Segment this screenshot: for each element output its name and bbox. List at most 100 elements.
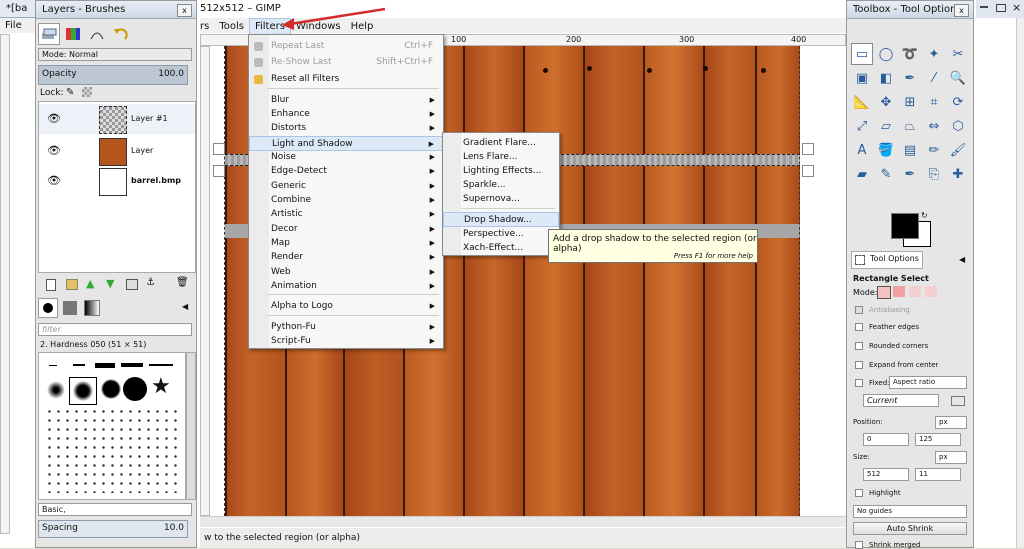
toolbox-close-button[interactable]: x bbox=[954, 4, 969, 17]
duplicate-layer-icon[interactable] bbox=[126, 279, 138, 290]
brushes-tab-icon[interactable] bbox=[38, 298, 58, 318]
brush-item[interactable] bbox=[95, 363, 115, 368]
lower-layer-icon[interactable]: ▼ bbox=[106, 277, 114, 290]
zoom-icon[interactable]: 🔍 bbox=[947, 67, 969, 89]
channels-tab-icon[interactable] bbox=[62, 23, 84, 45]
selection-handle[interactable] bbox=[802, 143, 814, 155]
bucket-fill-icon[interactable]: 🪣 bbox=[875, 139, 897, 161]
filters-item-blur[interactable]: Blur ▶ bbox=[249, 93, 443, 108]
shear-icon[interactable]: ▱ bbox=[875, 115, 897, 137]
rect-select-icon[interactable]: ▭ bbox=[851, 43, 873, 65]
mode-select[interactable]: Mode: Normal bbox=[38, 48, 192, 61]
fixed-select[interactable]: Aspect ratio bbox=[889, 376, 967, 389]
scale-icon[interactable]: ⤢ bbox=[851, 115, 873, 137]
brush-item[interactable] bbox=[47, 381, 65, 399]
pencil-icon[interactable]: ✏ bbox=[923, 139, 945, 161]
undo-tab-icon[interactable] bbox=[110, 23, 132, 45]
paths-tab-icon[interactable] bbox=[86, 23, 108, 45]
visibility-eye-icon[interactable]: 👁 bbox=[47, 112, 61, 125]
lock-alpha-icon[interactable] bbox=[82, 87, 92, 97]
patterns-tab-icon[interactable] bbox=[60, 298, 80, 318]
filters-item-noise[interactable]: Noise ▶ bbox=[249, 150, 443, 165]
maximize-icon[interactable] bbox=[996, 4, 1006, 12]
color-picker-icon[interactable]: ⁄ bbox=[923, 67, 945, 89]
filters-item-decor[interactable]: Decor ▶ bbox=[249, 222, 443, 237]
brush-item[interactable]: ★ bbox=[151, 375, 171, 399]
size-width-input[interactable]: 512 bbox=[863, 468, 909, 481]
submenu-item-sparkle[interactable]: Sparkle... bbox=[443, 178, 559, 193]
new-group-icon[interactable] bbox=[66, 279, 78, 290]
filters-item-enhance[interactable]: Enhance ▶ bbox=[249, 107, 443, 122]
anchor-layer-icon[interactable]: ⚓ bbox=[146, 277, 155, 288]
swap-colors-icon[interactable]: ↻ bbox=[921, 211, 928, 220]
filters-item-script-fu[interactable]: Script-Fu ▶ bbox=[249, 334, 443, 349]
filters-item-map[interactable]: Map ▶ bbox=[249, 236, 443, 251]
submenu-item-perspective[interactable]: Perspective... bbox=[443, 227, 559, 242]
lock-pixels-icon[interactable]: ✎ bbox=[66, 87, 74, 98]
rotate-icon[interactable]: ⟳ bbox=[947, 91, 969, 113]
heal-icon[interactable]: ✚ bbox=[947, 163, 969, 185]
menu-tools[interactable]: Tools bbox=[214, 19, 249, 34]
clone-icon[interactable]: ⎘ bbox=[923, 163, 945, 185]
brush-item-selected[interactable] bbox=[69, 377, 97, 405]
rounded-corners-checkbox[interactable] bbox=[855, 342, 863, 350]
ellipse-select-icon[interactable]: ◯ bbox=[875, 43, 897, 65]
fuzzy-select-icon[interactable]: ✦ bbox=[923, 43, 945, 65]
cage-icon[interactable]: ⬡ bbox=[947, 115, 969, 137]
delete-layer-icon[interactable]: 🗑 bbox=[176, 277, 189, 288]
filters-item-animation[interactable]: Animation ▶ bbox=[249, 279, 443, 294]
raise-layer-icon[interactable]: ▲ bbox=[86, 277, 94, 290]
filters-item-reset-all-filters[interactable]: Reset all Filters bbox=[249, 72, 443, 87]
tab-menu-icon[interactable]: ◀ bbox=[959, 255, 965, 264]
filters-item-python-fu[interactable]: Python-Fu ▶ bbox=[249, 320, 443, 335]
paths-icon[interactable]: ✒ bbox=[899, 67, 921, 89]
foreground-color-swatch[interactable] bbox=[891, 213, 919, 239]
brush-scrollbar[interactable] bbox=[186, 352, 196, 500]
brush-item[interactable] bbox=[45, 407, 179, 493]
current-ratio-field[interactable]: Current bbox=[863, 394, 939, 407]
selection-handle[interactable] bbox=[802, 165, 814, 177]
submenu-item-supernova[interactable]: Supernova... bbox=[443, 192, 559, 207]
move-icon[interactable]: ✥ bbox=[875, 91, 897, 113]
brush-item[interactable] bbox=[73, 364, 85, 366]
text-icon[interactable]: A bbox=[851, 139, 873, 161]
auto-shrink-button[interactable]: Auto Shrink bbox=[853, 522, 967, 535]
visibility-eye-icon[interactable]: 👁 bbox=[47, 144, 61, 157]
ink-icon[interactable]: ✒ bbox=[899, 163, 921, 185]
filters-item-edge-detect[interactable]: Edge-Detect ▶ bbox=[249, 164, 443, 179]
mode-add-icon[interactable] bbox=[893, 286, 905, 297]
feather-checkbox[interactable] bbox=[855, 323, 863, 331]
align-icon[interactable]: ⊞ bbox=[899, 91, 921, 113]
blend-icon[interactable]: ▤ bbox=[899, 139, 921, 161]
window-controls[interactable]: × bbox=[976, 0, 1024, 18]
eraser-icon[interactable]: ▰ bbox=[851, 163, 873, 185]
guides-select[interactable]: No guides bbox=[853, 505, 967, 518]
filters-item-re-show-last[interactable]: Re-Show Last Shift+Ctrl+F bbox=[249, 55, 443, 70]
perspective-icon[interactable]: ⏢ bbox=[899, 115, 921, 137]
measure-icon[interactable]: 📐 bbox=[851, 91, 873, 113]
filters-item-repeat-last[interactable]: Repeat Last Ctrl+F bbox=[249, 39, 443, 54]
filters-item-light-and-shadow[interactable]: Light and Shadow ▶ bbox=[249, 136, 443, 151]
visibility-eye-icon[interactable]: 👁 bbox=[47, 174, 61, 187]
layer-row[interactable]: 👁 barrel.bmp bbox=[39, 166, 195, 196]
expand-center-checkbox[interactable] bbox=[855, 361, 863, 369]
mode-subtract-icon[interactable] bbox=[909, 286, 921, 297]
brush-item[interactable] bbox=[121, 363, 143, 367]
dock-close-button[interactable]: x bbox=[177, 4, 192, 17]
tab-menu-icon[interactable]: ◀ bbox=[182, 302, 188, 311]
minimize-icon[interactable] bbox=[980, 6, 988, 8]
size-unit-select[interactable]: px bbox=[935, 451, 967, 464]
position-x-input[interactable]: 0 bbox=[863, 433, 909, 446]
filters-item-artistic[interactable]: Artistic ▶ bbox=[249, 207, 443, 222]
spacing-slider[interactable]: Spacing 10.0 bbox=[38, 520, 188, 538]
mode-replace-icon[interactable] bbox=[877, 286, 891, 299]
brush-grid[interactable]: ★ bbox=[38, 352, 186, 500]
brush-item[interactable] bbox=[149, 364, 173, 366]
menu-fragment[interactable]: rs bbox=[200, 19, 214, 34]
ratio-portrait-icon[interactable] bbox=[951, 396, 965, 406]
position-unit-select[interactable]: px bbox=[935, 416, 967, 429]
horizontal-scrollbar[interactable] bbox=[200, 516, 846, 527]
menu-file[interactable]: File bbox=[0, 18, 27, 33]
filters-item-web[interactable]: Web ▶ bbox=[249, 265, 443, 280]
antialiasing-checkbox[interactable] bbox=[855, 306, 863, 314]
